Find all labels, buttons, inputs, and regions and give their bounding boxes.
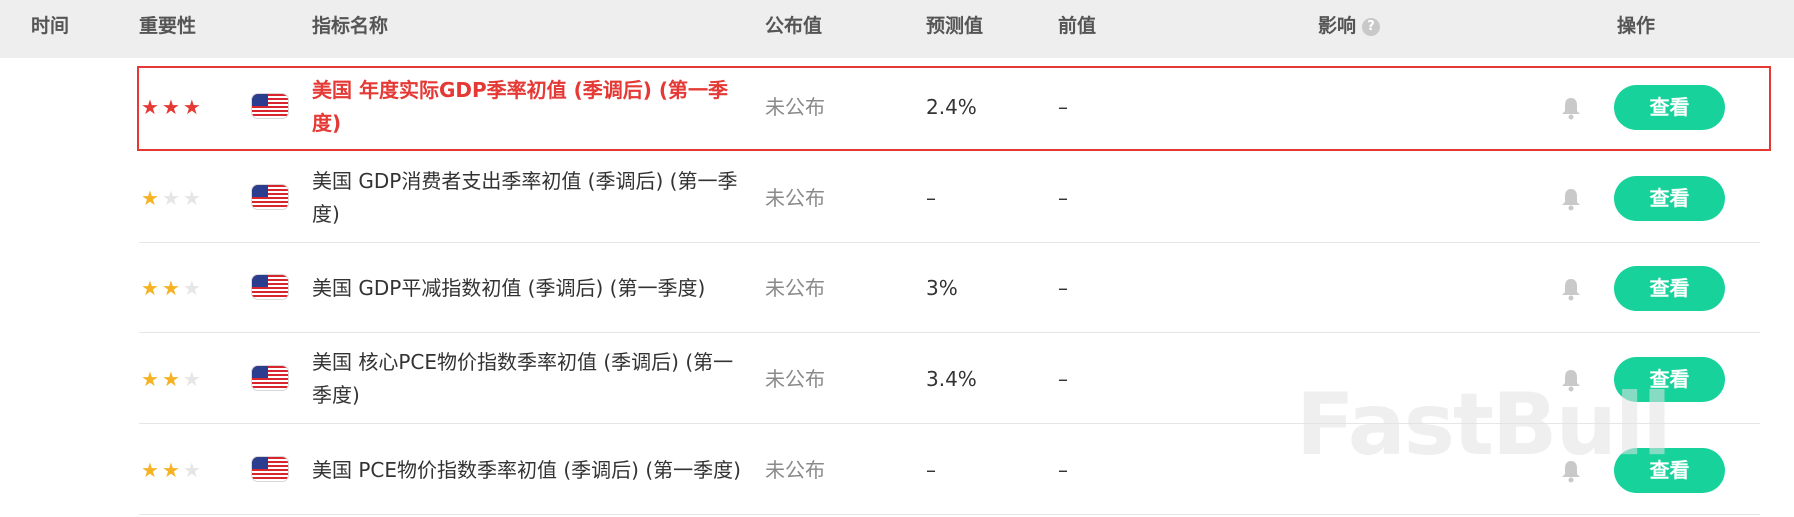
- table-row: ★ ★ ★ 美国 核心PCE物价指数季率初值 (季调后) (第一季度) 未公布 3.4% –…: [0, 334, 1794, 424]
- importance-stars: ★ ★ ★: [141, 425, 201, 515]
- us-flag-icon: [252, 94, 288, 118]
- star-icon: ★: [182, 458, 201, 482]
- indicator-name[interactable]: 美国 PCE物价指数季率初值 (季调后) (第一季度): [312, 425, 752, 515]
- table-row: ★ ★ ★ 美国 年度实际GDP季率初值 (季调后) (第一季度) 未公布 2.4% – 查看: [0, 62, 1794, 152]
- us-flag-icon: [252, 457, 288, 481]
- header-previous: 前值: [1058, 15, 1097, 37]
- bell-icon[interactable]: [1560, 96, 1582, 120]
- bell-icon[interactable]: [1560, 277, 1582, 301]
- indicator-name[interactable]: 美国 GDP平减指数初值 (季调后) (第一季度): [312, 243, 752, 333]
- actual-value: 未公布: [765, 95, 825, 119]
- header-actual: 公布值: [765, 15, 823, 37]
- forecast-value: 2.4%: [926, 95, 977, 119]
- importance-stars: ★ ★ ★: [141, 62, 201, 152]
- previous-value: –: [1058, 367, 1068, 391]
- header-impact: 影响?: [1318, 0, 1381, 52]
- row-divider: [139, 514, 1760, 515]
- star-icon: ★: [161, 186, 180, 210]
- us-flag-icon: [252, 366, 288, 390]
- previous-value: –: [1058, 276, 1068, 300]
- view-button[interactable]: 查看: [1614, 85, 1725, 130]
- previous-value: –: [1058, 186, 1068, 210]
- table-row: ★ ★ ★ 美国 GDP消费者支出季率初值 (季调后) (第一季度) 未公布 – – 查看: [0, 153, 1794, 243]
- row-divider: [139, 423, 1760, 424]
- previous-value: –: [1058, 95, 1068, 119]
- importance-stars: ★ ★ ★: [141, 334, 201, 424]
- indicator-name[interactable]: 美国 GDP消费者支出季率初值 (季调后) (第一季度): [312, 153, 752, 243]
- actual-value: 未公布: [765, 458, 825, 482]
- star-icon: ★: [161, 458, 180, 482]
- view-button[interactable]: 查看: [1614, 357, 1725, 402]
- star-icon: ★: [182, 367, 201, 391]
- table-row: ★ ★ ★ 美国 GDP平减指数初值 (季调后) (第一季度) 未公布 3% – 查看: [0, 243, 1794, 333]
- row-divider: [139, 332, 1760, 333]
- actual-value: 未公布: [765, 276, 825, 300]
- us-flag-icon: [252, 275, 288, 299]
- view-button[interactable]: 查看: [1614, 176, 1725, 221]
- bell-icon[interactable]: [1560, 368, 1582, 392]
- actual-value: 未公布: [765, 186, 825, 210]
- star-icon: ★: [161, 276, 180, 300]
- star-icon: ★: [161, 367, 180, 391]
- importance-stars: ★ ★ ★: [141, 153, 201, 243]
- bell-icon[interactable]: [1560, 187, 1582, 211]
- header-indicator: 指标名称: [312, 15, 389, 37]
- actual-value: 未公布: [765, 367, 825, 391]
- header-time: 时间: [31, 15, 70, 37]
- star-icon: ★: [182, 95, 201, 119]
- star-icon: ★: [141, 186, 159, 210]
- table-header: 时间 重要性 指标名称 公布值 预测值 前值 影响? 操作: [0, 0, 1794, 58]
- star-icon: ★: [182, 276, 201, 300]
- star-icon: ★: [141, 276, 159, 300]
- importance-stars: ★ ★ ★: [141, 243, 201, 333]
- us-flag-icon: [252, 185, 288, 209]
- forecast-value: –: [926, 186, 936, 210]
- forecast-value: 3.4%: [926, 367, 977, 391]
- help-icon[interactable]: ?: [1362, 17, 1381, 36]
- star-icon: ★: [182, 186, 201, 210]
- table-row: ★ ★ ★ 美国 PCE物价指数季率初值 (季调后) (第一季度) 未公布 – – 查看: [0, 425, 1794, 515]
- header-impact-label: 影响: [1318, 15, 1357, 37]
- bell-icon[interactable]: [1560, 459, 1582, 483]
- previous-value: –: [1058, 458, 1068, 482]
- forecast-value: 3%: [926, 276, 958, 300]
- header-forecast: 预测值: [926, 15, 984, 37]
- indicator-name[interactable]: 美国 核心PCE物价指数季率初值 (季调后) (第一季度): [312, 334, 752, 424]
- view-button[interactable]: 查看: [1614, 266, 1725, 311]
- star-icon: ★: [141, 95, 159, 119]
- header-action: 操作: [1617, 15, 1656, 37]
- view-button[interactable]: 查看: [1614, 448, 1725, 493]
- star-icon: ★: [141, 367, 159, 391]
- star-icon: ★: [161, 95, 180, 119]
- forecast-value: –: [926, 458, 936, 482]
- star-icon: ★: [141, 458, 159, 482]
- header-importance: 重要性: [139, 15, 197, 37]
- indicator-name[interactable]: 美国 年度实际GDP季率初值 (季调后) (第一季度): [312, 62, 752, 152]
